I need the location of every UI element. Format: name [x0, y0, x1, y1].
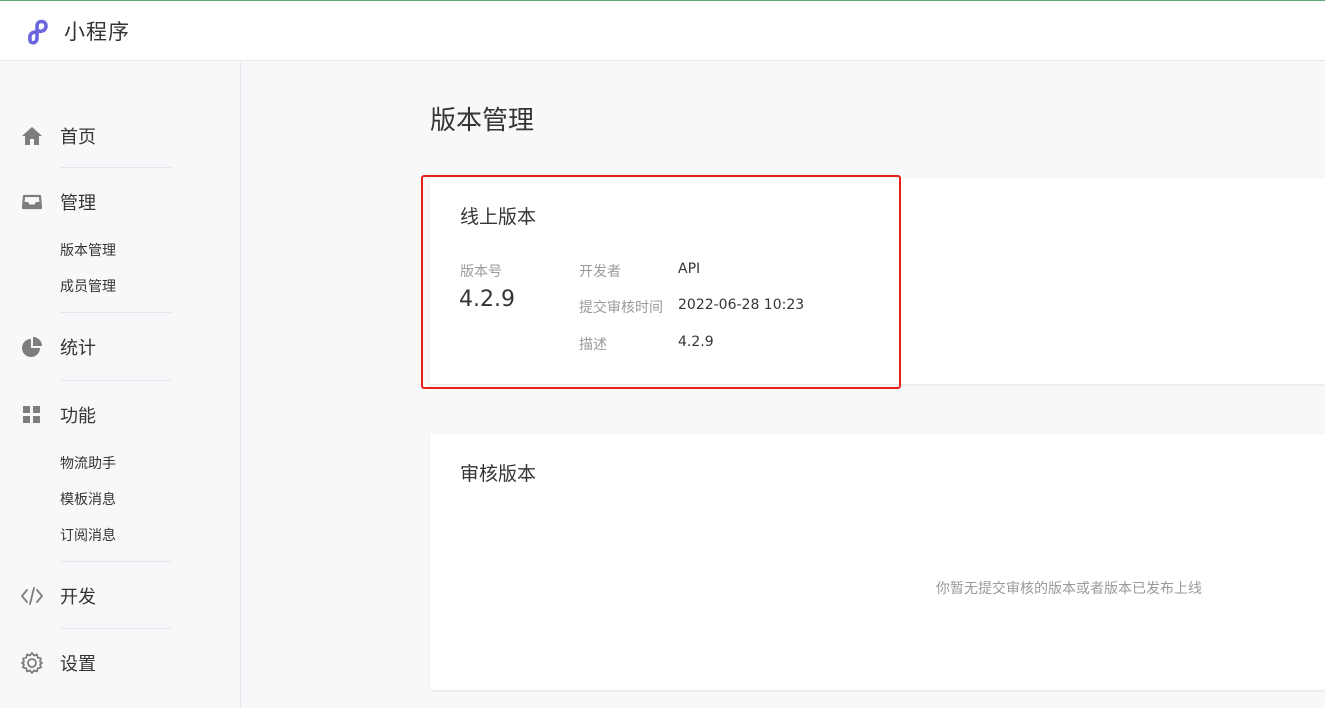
grid-icon: [20, 403, 44, 427]
home-icon: [20, 124, 44, 148]
sidebar-subitem-template-message[interactable]: 模板消息: [60, 490, 116, 510]
version-number-value: 4.2.9: [459, 287, 515, 312]
developer-value: API: [678, 261, 701, 277]
sidebar-item-label: 设置: [60, 654, 96, 675]
inbox-icon: [20, 190, 44, 214]
submit-time-value: 2022-06-28 10:23: [678, 297, 805, 313]
top-header: 小程序: [0, 1, 1325, 61]
audit-empty-tip: 你暂无提交审核的版本或者版本已发布上线: [936, 581, 1202, 597]
online-version-title: 线上版本: [460, 206, 537, 228]
app-name[interactable]: 小程序: [64, 16, 130, 46]
sidebar-item-label: 首页: [60, 127, 96, 148]
sidebar-item-label: 开发: [60, 587, 96, 608]
sidebar-item-label: 管理: [60, 193, 96, 214]
page-title: 版本管理: [430, 106, 535, 136]
sidebar-item-label: 统计: [60, 338, 96, 359]
code-icon: [20, 584, 44, 608]
audit-version-card: [430, 434, 1325, 690]
pie-chart-icon: [20, 335, 44, 359]
description-label: 描述: [579, 337, 607, 353]
sidebar-divider: [60, 380, 171, 381]
sidebar-item-features[interactable]: 功能: [20, 400, 96, 430]
sidebar-subitem-logistics-assistant[interactable]: 物流助手: [60, 454, 116, 474]
sidebar-divider: [60, 312, 171, 313]
sidebar-subitem-version-management[interactable]: 版本管理: [60, 241, 116, 261]
sidebar-item-develop[interactable]: 开发: [20, 581, 96, 611]
gear-icon: [20, 651, 44, 675]
description-value: 4.2.9: [678, 334, 714, 350]
sidebar-item-label: 功能: [60, 406, 96, 427]
sidebar-divider: [60, 561, 171, 562]
sidebar-subitem-member-management[interactable]: 成员管理: [60, 277, 116, 297]
sidebar: 首页 管理 版本管理 成员管理 统计 功能 物流助手 模板消息 订阅消息 开发 …: [0, 62, 241, 708]
version-number-label: 版本号: [460, 264, 502, 280]
sidebar-divider: [60, 167, 171, 168]
miniprogram-logo-icon[interactable]: [24, 16, 54, 46]
audit-version-title: 审核版本: [460, 463, 537, 485]
sidebar-item-stats[interactable]: 统计: [20, 332, 96, 362]
sidebar-item-home[interactable]: 首页: [20, 121, 96, 151]
sidebar-subitem-subscribe-message[interactable]: 订阅消息: [60, 526, 116, 546]
sidebar-item-manage[interactable]: 管理: [20, 187, 96, 217]
sidebar-divider: [60, 628, 171, 629]
sidebar-item-settings[interactable]: 设置: [20, 648, 96, 678]
developer-label: 开发者: [579, 264, 621, 280]
submit-time-label: 提交审核时间: [579, 300, 663, 316]
